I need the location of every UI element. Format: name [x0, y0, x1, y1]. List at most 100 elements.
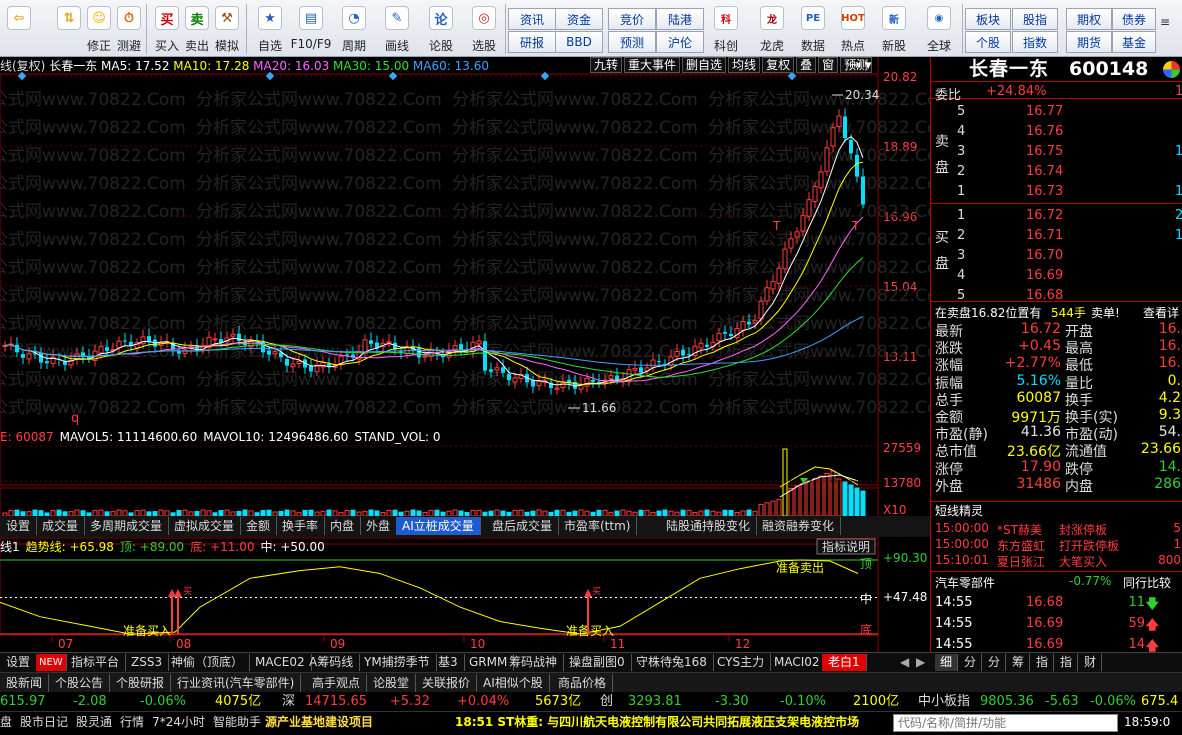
watchlist-button[interactable]: ★ 自选	[252, 0, 288, 56]
osc-tab-12[interactable]: 守株待兔168	[630, 654, 714, 671]
osc-tab-14[interactable]: MACI02	[768, 654, 827, 671]
event-marker-icon[interactable]	[265, 71, 275, 81]
bid-row[interactable]: 1 16.72 2	[931, 206, 1182, 224]
ask-row[interactable]: 2 16.74	[931, 162, 1182, 180]
indicator-help-button[interactable]: 指标说明	[816, 538, 876, 555]
science-button[interactable]: 科科创	[706, 0, 746, 56]
order-alert-row[interactable]: 在卖盘16.82位置有 544手 卖单! 查看详	[931, 301, 1182, 320]
grid-button-0-1[interactable]: 资金	[555, 8, 603, 30]
osc-tab-7[interactable]: YM捕捞季节	[358, 654, 437, 671]
chart-btn-6[interactable]: 窗	[818, 57, 839, 73]
volume-tab-0[interactable]: 设置	[0, 517, 38, 535]
news-tab-7[interactable]: AI相似个股	[477, 674, 550, 692]
test-button[interactable]: ⏱ 测避	[114, 0, 144, 56]
quote-tab-0[interactable]: 细	[935, 654, 959, 671]
grid-button-1-0[interactable]: 研报	[508, 31, 556, 53]
hot-button[interactable]: HOT 热点	[833, 0, 873, 56]
volume-tab-2[interactable]: 多周期成交量	[84, 517, 170, 535]
bid-row[interactable]: 3 16.70	[931, 246, 1182, 264]
multicolor-icon[interactable]	[1163, 61, 1180, 78]
osc-tab-13[interactable]: CYS主力	[711, 654, 772, 671]
volume-tab-11[interactable]: 陆股通持股变化	[660, 517, 758, 535]
simulate-button[interactable]: ⚒ 模拟	[212, 0, 242, 56]
volume-tab-4[interactable]: 金额	[240, 517, 278, 535]
chart-btn-0[interactable]: 九转	[590, 57, 623, 73]
status-link-5[interactable]: 智能助手	[213, 715, 261, 729]
volume-tab-9[interactable]: 盘后成交量	[486, 517, 560, 535]
chart-btn-5[interactable]: 叠	[796, 57, 817, 73]
global-button[interactable]: ◉ 全球	[918, 0, 960, 56]
status-link-0[interactable]: 盘	[0, 715, 12, 729]
chart-canvas[interactable]: 20.8218.8916.9615.0413.11分析家公式网www.70822…	[0, 57, 954, 673]
grid-button-0-3[interactable]: 陆港	[656, 8, 704, 30]
chart-btn-2[interactable]: 删自选	[682, 57, 727, 73]
quote-tab-1[interactable]: 分	[959, 654, 983, 671]
grid2-button-1-1[interactable]: 指数	[1012, 31, 1058, 53]
bid-row[interactable]: 4 16.69	[931, 266, 1182, 284]
news-tab-0[interactable]: 股新闻	[0, 674, 50, 692]
pick-button[interactable]: ◎ 选股	[463, 0, 505, 56]
osc-tab-10[interactable]: 筹码战神	[503, 654, 565, 671]
code-search-input[interactable]	[893, 714, 1118, 732]
volume-tab-7[interactable]: 外盘	[360, 517, 398, 535]
quote-tab-5[interactable]: 指	[1055, 654, 1079, 671]
draw-button[interactable]: ✎ 画线	[376, 0, 418, 56]
f10-button[interactable]: ▤ F10/F9	[290, 0, 332, 56]
quote-tab-2[interactable]: 分	[983, 654, 1007, 671]
osc-tab-6[interactable]: A筹码线	[303, 654, 361, 671]
osc-tab-8[interactable]: 基3	[432, 654, 465, 671]
osc-tab-0[interactable]: 设置	[0, 654, 38, 671]
news-scroll-1[interactable]: 源产业基地建设项目	[265, 716, 373, 728]
kline-chart-area[interactable]: 20.8218.8916.9615.0413.11分析家公式网www.70822…	[0, 57, 954, 673]
grid-button-1-2[interactable]: 预测	[608, 31, 656, 53]
news-tab-4[interactable]: 高手观点	[306, 674, 368, 692]
ask-row[interactable]: 5 16.77	[931, 102, 1182, 120]
chart-menu-icon[interactable]: ⇥ ▾	[850, 59, 872, 72]
short-row[interactable]: 15:10:01 夏日张江 大笔买入 800	[931, 551, 1182, 569]
grid-button-1-1[interactable]: BBD	[555, 31, 603, 53]
toolbar-more-icon[interactable]: ≡	[1160, 16, 1170, 28]
ask-row[interactable]: 1 16.73 1	[931, 182, 1182, 200]
grid2-button-0-0[interactable]: 板块	[965, 8, 1011, 30]
ask-row[interactable]: 4 16.76	[931, 122, 1182, 140]
event-marker-icon[interactable]	[388, 71, 398, 81]
data-button[interactable]: PE 数据	[793, 0, 833, 56]
volume-tab-1[interactable]: 成交量	[36, 517, 86, 535]
grid-button-0-0[interactable]: 资讯	[508, 8, 556, 30]
status-link-2[interactable]: 股灵通	[76, 715, 112, 729]
chart-btn-3[interactable]: 均线	[728, 57, 761, 73]
grid2-button-0-3[interactable]: 债券	[1112, 8, 1156, 30]
event-marker-icon[interactable]	[17, 71, 27, 81]
quote-tab-4[interactable]: 指	[1031, 654, 1055, 671]
new-badge[interactable]: NEW	[36, 654, 67, 671]
grid2-button-0-2[interactable]: 期权	[1066, 8, 1112, 30]
volume-tab-10[interactable]: 市盈率(ttm)	[558, 517, 638, 535]
osc-tab-11[interactable]: 操盘副图0	[563, 654, 632, 671]
news-tab-5[interactable]: 论股堂	[367, 674, 417, 692]
news-scroll-2[interactable]: 18:51 ST林重: 与四川航天电液控制有限公司共同拓展液压支架电液控市场	[455, 716, 859, 728]
grid-button-1-3[interactable]: 沪伦	[656, 31, 704, 53]
chart-btn-1[interactable]: 重大事件	[624, 57, 681, 73]
news-tab-1[interactable]: 个股公告	[49, 674, 111, 692]
news-tab-8[interactable]: 商品价格	[552, 674, 614, 692]
news-tab-3[interactable]: 行业资讯(汽车零部件)	[171, 674, 302, 692]
grid2-button-1-2[interactable]: 期货	[1066, 31, 1112, 53]
volume-tab-3[interactable]: 虚拟成交量	[168, 517, 242, 535]
scroll-left-icon[interactable]: ◀	[900, 656, 909, 668]
osc-tab-2[interactable]: 指标平台	[65, 654, 127, 671]
grid2-button-0-1[interactable]: 股指	[1012, 8, 1058, 30]
status-link-1[interactable]: 股市日记	[20, 715, 68, 729]
grid-button-0-2[interactable]: 竞价	[608, 8, 656, 30]
status-link-3[interactable]: 行情	[120, 715, 144, 729]
status-link-4[interactable]: 7*24小时	[152, 715, 205, 729]
osc-tab-3[interactable]: ZSS3	[125, 654, 170, 671]
volume-tab-6[interactable]: 内盘	[324, 517, 362, 535]
buy-button[interactable]: 买买入	[152, 0, 182, 56]
dragon-button[interactable]: 龙龙虎	[752, 0, 792, 56]
volume-tab-5[interactable]: 换手率	[276, 517, 326, 535]
news-tab-2[interactable]: 个股研报	[110, 674, 172, 692]
osc-tab-4[interactable]: 神偷（顶底）	[165, 654, 251, 671]
volume-tab-8[interactable]: AI立桩成交量	[396, 517, 481, 535]
grid2-button-1-3[interactable]: 基金	[1112, 31, 1156, 53]
chart-btn-4[interactable]: 复权	[762, 57, 795, 73]
